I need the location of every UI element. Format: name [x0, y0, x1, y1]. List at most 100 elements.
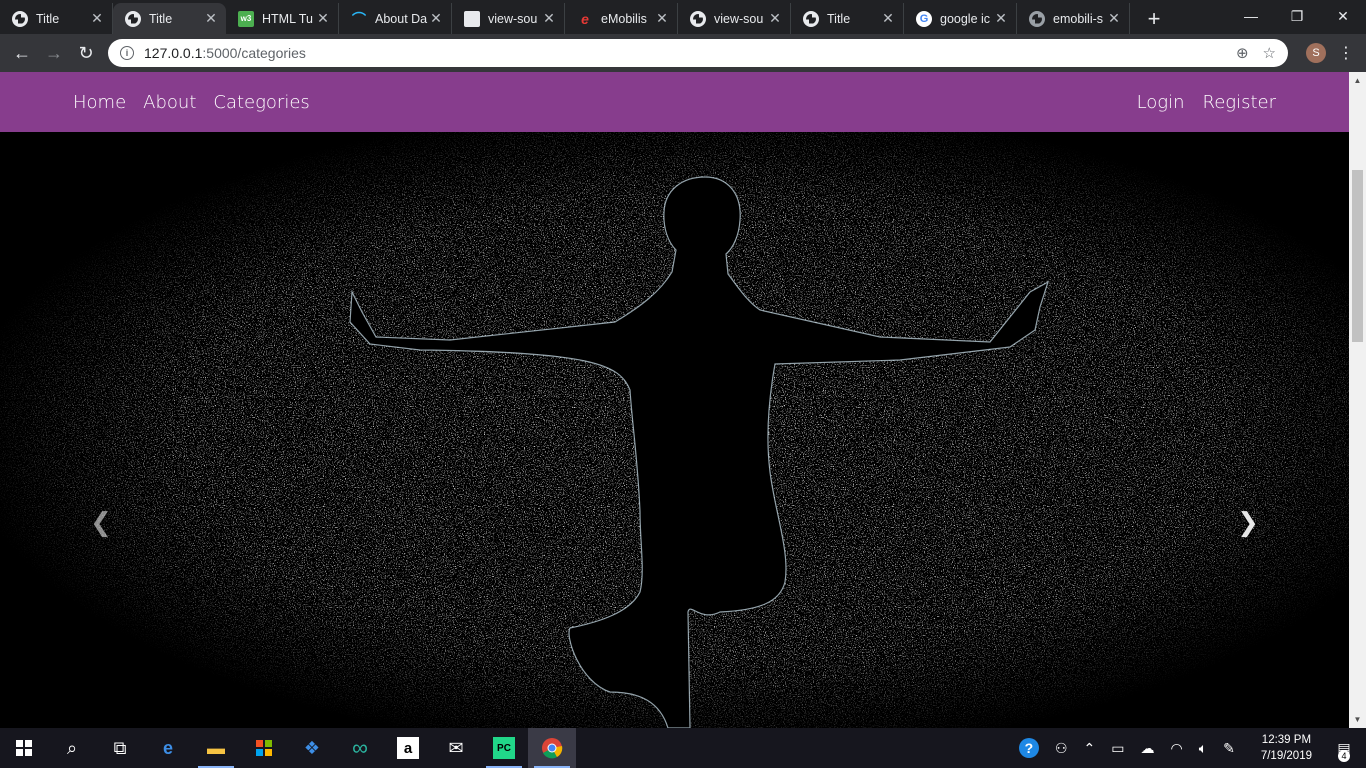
close-tab-icon[interactable]: ✕ — [994, 10, 1008, 27]
close-tab-icon[interactable]: ✕ — [204, 10, 218, 27]
bookmark-star-icon[interactable]: ☆ — [1263, 44, 1276, 62]
w3schools-icon: w3 — [238, 10, 254, 27]
close-tab-icon[interactable]: ✕ — [316, 10, 330, 27]
nav-link-login[interactable]: Login — [1137, 92, 1185, 113]
pycharm-icon[interactable]: PC — [480, 728, 528, 768]
people-icon[interactable]: ⚇ — [1055, 740, 1068, 757]
chevron-up-icon[interactable]: ⌃ — [1084, 740, 1096, 757]
wifi-icon[interactable]: ◠ — [1170, 740, 1182, 757]
file-explorer-icon[interactable]: ▬ — [192, 728, 240, 768]
start-windows-icon[interactable] — [0, 728, 48, 768]
scroll-up-icon[interactable]: ▲ — [1349, 72, 1366, 89]
close-window-icon[interactable]: ✕ — [1320, 0, 1366, 32]
tab-title: Title — [827, 11, 851, 26]
edge-icon[interactable]: e — [144, 728, 192, 768]
windows-taskbar: ⌕ ⧉ e ▬ ❖ ∞ a ✉ PC ? ⚇ ⌃ ▭ ☁ ◠ 🔈︎ ✎ 12:3… — [0, 728, 1366, 768]
nav-link-categories[interactable]: Categories — [213, 92, 309, 113]
globe-icon — [803, 10, 819, 27]
forward-arrow-icon[interactable]: → — [38, 37, 70, 69]
browser-tab[interactable]: e eMobilis ✕ — [565, 3, 678, 34]
tab-title: Title — [36, 11, 60, 26]
notification-count: 4 — [1338, 750, 1350, 762]
e-logo-icon: e — [581, 10, 589, 27]
close-tab-icon[interactable]: ✕ — [90, 10, 104, 27]
browser-tab-active[interactable]: Title ✕ — [113, 3, 226, 34]
scrollbar-thumb[interactable] — [1352, 170, 1363, 342]
address-bar[interactable]: i 127.0.0.1:5000/categories ⊕ ☆ — [108, 39, 1288, 67]
carousel-prev-button[interactable]: ❮ — [86, 507, 116, 537]
browser-tab[interactable]: view-sou ✕ — [678, 3, 791, 34]
info-icon[interactable]: i — [120, 46, 134, 60]
browser-tab[interactable]: emobili-s ✕ — [1017, 3, 1130, 34]
url-path: :5000/categories — [202, 45, 306, 61]
profile-avatar[interactable]: S — [1306, 43, 1326, 63]
reload-icon[interactable]: ↻ — [70, 37, 102, 69]
task-view-icon[interactable]: ⧉ — [96, 728, 144, 768]
nav-link-register[interactable]: Register — [1203, 92, 1277, 113]
mail-icon[interactable]: ✉ — [432, 728, 480, 768]
tab-title: eMobilis — [601, 11, 647, 26]
chrome-menu-icon[interactable]: ⋮ — [1338, 43, 1354, 63]
back-arrow-icon[interactable]: ← — [6, 37, 38, 69]
zoom-icon[interactable]: ⊕ — [1236, 44, 1249, 62]
browser-toolbar: ← → ↻ i 127.0.0.1:5000/categories ⊕ ☆ S … — [0, 34, 1366, 72]
chevron-right-icon: ❯ — [1237, 506, 1259, 537]
chrome-icon[interactable] — [528, 728, 576, 768]
nav-link-home[interactable]: Home — [73, 92, 126, 113]
close-tab-icon[interactable]: ✕ — [768, 10, 782, 27]
minimize-icon[interactable]: — — [1228, 0, 1274, 32]
browser-tab[interactable]: ⌒ About Da ✕ — [339, 3, 452, 34]
tab-title: emobili-s — [1053, 11, 1104, 26]
battery-icon[interactable]: ▭ — [1111, 740, 1124, 757]
browser-tab[interactable]: Title ✕ — [0, 3, 113, 34]
action-center-icon[interactable]: ▤ 4 — [1330, 736, 1358, 762]
browser-tab[interactable]: view-sou ✕ — [452, 3, 565, 34]
tab-title: HTML Tu — [262, 11, 313, 26]
page-viewport: Home About Categories Login Register ❮ ❯ — [0, 72, 1349, 728]
volume-icon[interactable]: 🔈︎ — [1199, 740, 1207, 757]
site-navbar: Home About Categories Login Register — [0, 72, 1349, 132]
wave-icon: ⌒ — [352, 10, 366, 27]
browser-tab[interactable]: w3 HTML Tu ✕ — [226, 3, 339, 34]
dropbox-icon[interactable]: ❖ — [288, 728, 336, 768]
tab-title: view-sou — [488, 11, 538, 26]
close-tab-icon[interactable]: ✕ — [655, 10, 669, 27]
search-icon[interactable]: ⌕ — [48, 728, 96, 768]
close-tab-icon[interactable]: ✕ — [1107, 10, 1121, 27]
close-tab-icon[interactable]: ✕ — [542, 10, 556, 27]
tab-title: google ic — [940, 11, 991, 26]
tab-title: About Da — [375, 11, 428, 26]
scroll-down-icon[interactable]: ▼ — [1349, 711, 1366, 728]
browser-tab[interactable]: G google ic ✕ — [904, 3, 1017, 34]
store-icon[interactable] — [240, 728, 288, 768]
clock-time: 12:39 PM — [1261, 734, 1312, 746]
globe-icon — [690, 10, 706, 27]
browser-tab[interactable]: Title ✕ — [791, 3, 904, 34]
chevron-left-icon: ❮ — [90, 506, 112, 537]
new-tab-button[interactable]: + — [1138, 3, 1170, 34]
window-controls: — ❐ ✕ — [1228, 0, 1366, 34]
google-icon: G — [916, 10, 932, 27]
close-tab-icon[interactable]: ✕ — [881, 10, 895, 27]
globe-icon — [125, 10, 141, 27]
maximize-icon[interactable]: ❐ — [1274, 0, 1320, 32]
url-host: 127.0.0.1 — [144, 45, 203, 61]
nav-link-about[interactable]: About — [143, 92, 196, 113]
globe-icon — [12, 10, 28, 27]
help-icon[interactable]: ? — [1018, 738, 1039, 758]
tab-title: view-sou — [714, 11, 764, 26]
page-icon — [464, 10, 480, 27]
tab-title: Title — [149, 11, 173, 26]
arduino-icon[interactable]: ∞ — [336, 728, 384, 768]
vertical-scrollbar[interactable]: ▲ ▼ — [1349, 72, 1366, 728]
carousel-next-button[interactable]: ❯ — [1233, 507, 1263, 537]
carousel-slide-image — [0, 132, 1349, 728]
onedrive-icon[interactable]: ☁ — [1140, 740, 1154, 757]
close-tab-icon[interactable]: ✕ — [429, 10, 443, 27]
system-tray: ? ⚇ ⌃ ▭ ☁ ◠ 🔈︎ ✎ 12:39 PM 7/19/2019 ▤ 4 — [1011, 732, 1366, 764]
pen-icon[interactable]: ✎ — [1223, 740, 1235, 757]
browser-tab-strip: Title ✕ Title ✕ w3 HTML Tu ✕ ⌒ About Da … — [0, 0, 1366, 34]
clock-date: 7/19/2019 — [1260, 750, 1312, 762]
system-clock[interactable]: 12:39 PM 7/19/2019 — [1253, 732, 1320, 764]
amazon-icon[interactable]: a — [384, 728, 432, 768]
